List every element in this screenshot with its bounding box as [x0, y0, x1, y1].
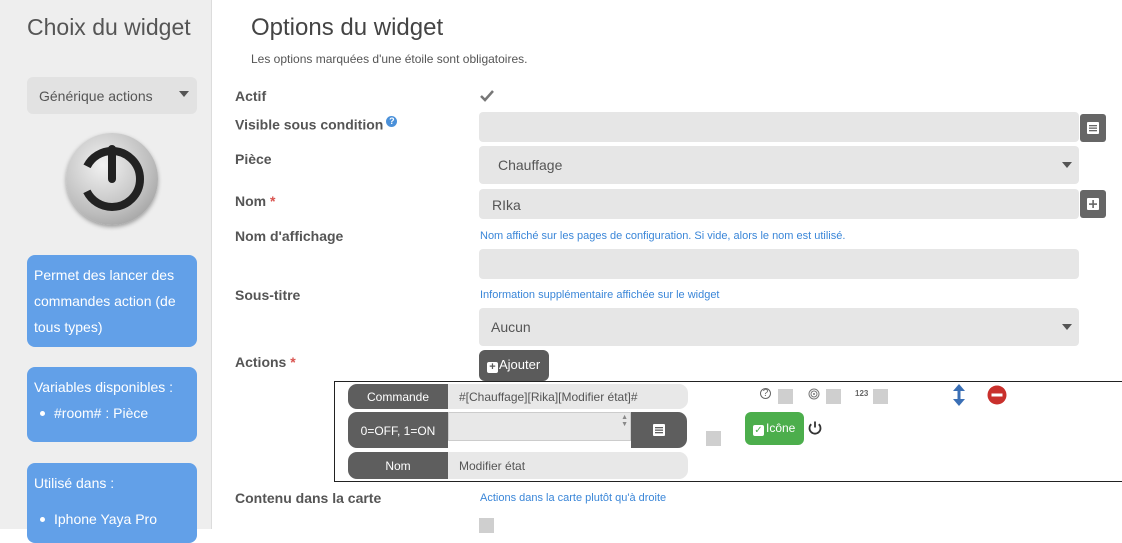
required-star: * — [270, 193, 276, 209]
variables-box: Variables disponibles : #room# : Pièce — [27, 367, 197, 442]
variable-item: #room# : Pièce — [34, 400, 190, 426]
contenu-carte-checkbox[interactable] — [479, 518, 494, 533]
required-star: * — [290, 354, 296, 370]
confirm-checkbox[interactable] — [778, 389, 793, 404]
list-icon — [1087, 122, 1099, 134]
plus-icon — [1087, 198, 1099, 210]
used-in-box: Utilisé dans : Iphone Yaya Pro — [27, 463, 197, 543]
actions-label-text: Actions — [235, 354, 287, 370]
sidebar-title: Choix du widget — [27, 14, 191, 40]
used-in-item[interactable]: Iphone Yaya Pro — [34, 506, 190, 532]
sous-titre-select[interactable]: Aucun — [479, 308, 1079, 346]
action-checkbox[interactable] — [706, 431, 721, 446]
fingerprint-icon — [808, 388, 820, 400]
check-icon: ✓ — [753, 425, 764, 436]
nom-affichage-input[interactable] — [479, 249, 1079, 279]
help-icon[interactable]: ? — [386, 116, 398, 127]
nom-action-label: Nom — [348, 452, 448, 479]
actif-label: Actif — [235, 88, 267, 104]
sous-titre-hint: Information supplémentaire affichée sur … — [480, 289, 720, 301]
number-badge: 123 — [855, 389, 869, 398]
widget-preview-power-icon — [66, 133, 158, 225]
nom-affichage-hint: Nom affiché sur les pages de configurati… — [480, 230, 846, 242]
remove-circle-icon[interactable] — [987, 385, 1007, 405]
action-item: Commande #[Chauffage][Rika][Modifier éta… — [334, 381, 1122, 482]
value-label: 0=OFF, 1=ON — [348, 412, 448, 448]
widget-type-value: Générique actions — [39, 88, 153, 104]
piece-select[interactable]: Chauffage — [479, 146, 1079, 184]
visible-condition-label: Visible sous condition? — [235, 116, 398, 133]
value-input[interactable]: ▲ ▼ — [448, 412, 631, 441]
secure-checkbox[interactable] — [826, 389, 841, 404]
chevron-down-icon — [1062, 162, 1072, 168]
plus-icon: + — [487, 362, 498, 373]
nom-value: RIka — [492, 197, 521, 213]
visible-condition-list-button[interactable] — [1080, 114, 1106, 142]
question-circle-icon: ? — [760, 388, 771, 399]
sous-titre-value: Aucun — [491, 319, 531, 335]
list-icon — [653, 424, 665, 436]
piece-value: Chauffage — [498, 157, 563, 173]
check-icon — [480, 90, 494, 102]
used-in-title: Utilisé dans : — [34, 475, 115, 491]
visible-condition-text: Visible sous condition — [235, 116, 384, 133]
widget-description-box: Permet des lancer des commandes action (… — [27, 255, 197, 347]
contenu-carte-label: Contenu dans la carte — [235, 490, 382, 506]
value-list-button[interactable] — [631, 412, 687, 448]
sort-vertical-icon[interactable] — [952, 384, 966, 406]
widget-description: Permet des lancer des commandes action (… — [34, 267, 176, 335]
nom-affichage-label: Nom d'affichage — [235, 228, 344, 244]
stepper-icon[interactable]: ▲ ▼ — [621, 414, 628, 428]
power-icon — [808, 421, 822, 435]
variables-title: Variables disponibles : — [34, 379, 174, 395]
nom-action-input[interactable]: Modifier état — [448, 452, 688, 479]
commande-input[interactable]: #[Chauffage][Rika][Modifier état]# — [448, 384, 688, 409]
add-action-label: Ajouter — [499, 357, 541, 372]
nom-add-button[interactable] — [1080, 190, 1106, 218]
add-action-button[interactable]: + Ajouter — [479, 350, 549, 381]
icone-label: Icône — [766, 421, 796, 435]
piece-label: Pièce — [235, 151, 272, 167]
contenu-carte-hint: Actions dans la carte plutôt qu'à droite — [480, 492, 667, 504]
visible-condition-input[interactable] — [479, 112, 1079, 142]
icone-button[interactable]: ✓ Icône — [745, 412, 804, 445]
nom-input[interactable]: RIka — [479, 189, 1079, 219]
sidebar: Choix du widget Générique actions Permet… — [0, 0, 212, 543]
chevron-down-icon — [179, 91, 189, 97]
number-checkbox[interactable] — [873, 389, 888, 404]
actions-label: Actions * — [235, 354, 296, 370]
page-title: Options du widget — [251, 14, 444, 41]
actif-checkbox[interactable] — [479, 88, 495, 104]
sous-titre-label: Sous-titre — [235, 287, 301, 303]
commande-label: Commande — [348, 384, 448, 409]
widget-type-select[interactable]: Générique actions — [27, 77, 197, 114]
nom-label: Nom * — [235, 193, 275, 209]
chevron-down-icon — [1062, 324, 1072, 330]
nom-label-text: Nom — [235, 193, 267, 209]
page-subtitle: Les options marquées d'une étoile sont o… — [251, 52, 528, 66]
